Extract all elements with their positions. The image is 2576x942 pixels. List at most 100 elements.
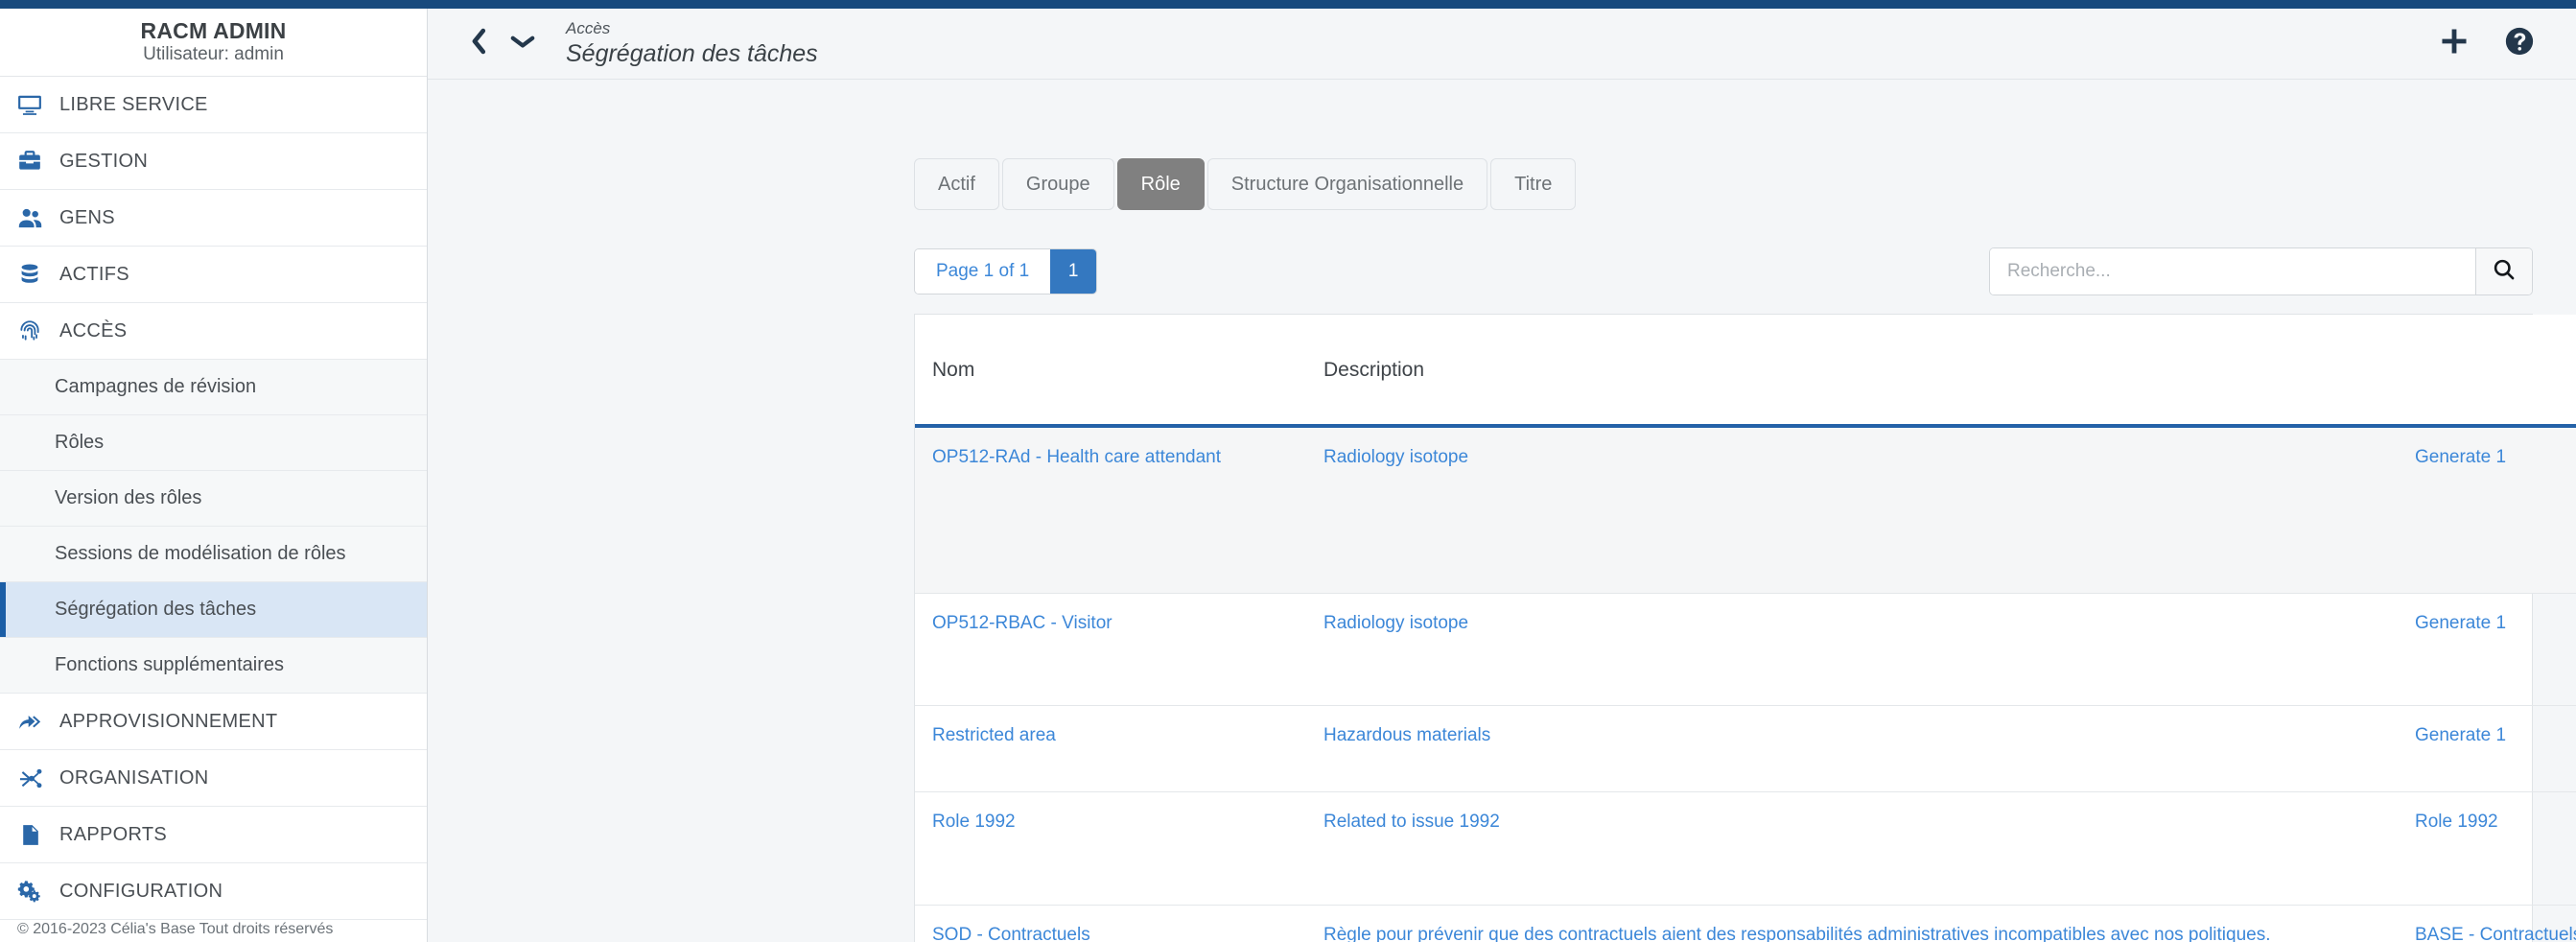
- column-header-blank: [2398, 315, 2576, 428]
- table-header-row: Nom Description Rôles mutuellement exclu…: [915, 315, 2576, 428]
- page-number-1[interactable]: 1: [1050, 249, 1097, 294]
- search-button[interactable]: [2475, 248, 2532, 294]
- table-body: OP512-RAd - Health care attendant Radiol…: [915, 426, 2576, 942]
- table-row[interactable]: OP512-RAd - Health care attendant Radiol…: [915, 426, 2576, 594]
- row-nom-link[interactable]: SOD - Contractuels: [932, 925, 1090, 942]
- sidebar-item-approvisionnement[interactable]: APPROVISIONNEMENT: [0, 694, 427, 750]
- cell-description: Hazardous materials: [1306, 705, 2398, 793]
- sidebar-item-actifs[interactable]: ACTIFS: [0, 247, 427, 303]
- row-nom-link[interactable]: Role 1992: [932, 812, 1016, 832]
- breadcrumb: Accès Ségrégation des tâches: [566, 19, 818, 68]
- plus-icon: [2439, 26, 2470, 61]
- table-row[interactable]: Role 1992 Related to issue 1992 Role 199…: [915, 791, 2576, 907]
- monitor-icon: [0, 92, 59, 117]
- sod-table: Nom Description Rôles mutuellement exclu…: [915, 315, 2576, 942]
- sidebar-item-label: ORGANISATION: [59, 766, 209, 789]
- sidebar-subitem-segregation-des-taches[interactable]: Ségrégation des tâches: [0, 582, 427, 638]
- toolbox-icon: [0, 149, 59, 174]
- add-button[interactable]: [2426, 16, 2482, 72]
- main-content: Accès Ségrégation des tâches Actif Group…: [428, 9, 2576, 942]
- sidebar-subitem-label: Campagnes de révision: [55, 376, 257, 397]
- row-description-link[interactable]: Radiology isotope: [1323, 447, 1468, 467]
- filter-titre[interactable]: Titre: [1490, 158, 1577, 210]
- page-indicator[interactable]: Page 1 of 1: [915, 249, 1051, 294]
- cell-nom: OP512-RAd - Health care attendant: [915, 426, 1306, 594]
- sidebar-item-label: ACCÈS: [59, 319, 128, 341]
- cell-nom: Role 1992: [915, 791, 1306, 907]
- sidebar-footer: © 2016-2023 Célia's Base Tout droits rés…: [17, 921, 334, 937]
- sidebar-item-libre-service[interactable]: LIBRE SERVICE: [0, 77, 427, 133]
- filter-actif[interactable]: Actif: [914, 158, 999, 210]
- question-circle-icon: [2504, 26, 2535, 61]
- gears-icon: [0, 879, 59, 905]
- filter-label: Rôle: [1140, 173, 1181, 195]
- sidebar-subitem-label: Rôles: [55, 432, 105, 453]
- filter-role[interactable]: Rôle: [1116, 158, 1205, 210]
- row-role-a-link[interactable]: Role 1992: [2415, 812, 2498, 832]
- table-row[interactable]: Restricted area Hazardous materials Gene…: [915, 705, 2576, 793]
- sidebar-subitem-fonctions-supplementaires[interactable]: Fonctions supplémentaires: [0, 638, 427, 694]
- sidebar-item-label: GENS: [59, 206, 115, 228]
- chevron-left-icon: [468, 27, 489, 60]
- row-nom-link[interactable]: OP512-RAd - Health care attendant: [932, 447, 1221, 467]
- back-button[interactable]: [457, 22, 501, 66]
- filter-label: Titre: [1514, 173, 1553, 195]
- table-row[interactable]: SOD - Contractuels Règle pour prévenir q…: [915, 905, 2576, 942]
- cell-role-a: BASE - Contractuels: [2398, 905, 2576, 942]
- help-button[interactable]: [2492, 16, 2547, 72]
- share-arrow-icon: [0, 709, 59, 735]
- cell-role-a: Generate 1: [2398, 426, 2576, 594]
- entity-type-filter-group: Actif Groupe Rôle Structure Organisation…: [914, 158, 2576, 210]
- cell-description: Règle pour prévenir que des contractuels…: [1306, 905, 2398, 942]
- history-dropdown-button[interactable]: [501, 22, 545, 66]
- filter-groupe[interactable]: Groupe: [1001, 158, 1114, 210]
- list-panel: Actif Groupe Rôle Structure Organisation…: [914, 121, 2576, 942]
- table-row[interactable]: OP512-RBAC - Visitor Radiology isotope G…: [915, 593, 2576, 707]
- sidebar-subitem-roles[interactable]: Rôles: [0, 415, 427, 471]
- row-role-a-link[interactable]: Generate 1: [2415, 725, 2506, 745]
- row-description-link[interactable]: Hazardous materials: [1323, 725, 1490, 745]
- sidebar-item-label: LIBRE SERVICE: [59, 93, 208, 115]
- row-description-link[interactable]: Règle pour prévenir que des contractuels…: [1323, 925, 2271, 942]
- sidebar-item-label: CONFIGURATION: [59, 880, 223, 902]
- search-icon: [2492, 257, 2517, 287]
- column-header-nom[interactable]: Nom: [915, 315, 1306, 428]
- cell-description: Related to issue 1992: [1306, 791, 2398, 907]
- row-role-a-link[interactable]: BASE - Contractuels: [2415, 925, 2576, 942]
- page-header: Accès Ségrégation des tâches: [428, 9, 2576, 80]
- breadcrumb-parent: Accès: [566, 19, 611, 38]
- network-icon: [0, 765, 59, 791]
- filter-structure-organisationnelle[interactable]: Structure Organisationnelle: [1206, 158, 1488, 210]
- row-description-link[interactable]: Radiology isotope: [1323, 613, 1468, 633]
- row-description-link[interactable]: Related to issue 1992: [1323, 812, 1500, 832]
- cell-nom: SOD - Contractuels: [915, 905, 1306, 942]
- sidebar: RACM ADMIN Utilisateur: admin LIBRE SERV…: [0, 9, 428, 942]
- sidebar-item-rapports[interactable]: RAPPORTS: [0, 807, 427, 863]
- sidebar-item-acces[interactable]: ACCÈS: [0, 303, 427, 360]
- brand-title: RACM ADMIN: [140, 17, 287, 43]
- cell-role-a: Generate 1: [2398, 705, 2576, 793]
- pagination-top: Page 1 of 1 1: [914, 248, 1098, 294]
- sidebar-subitem-label: Ségrégation des tâches: [55, 599, 257, 620]
- app-shell: RACM ADMIN Utilisateur: admin LIBRE SERV…: [0, 9, 2576, 942]
- sidebar-item-gestion[interactable]: GESTION: [0, 133, 427, 190]
- sidebar-subitem-version-des-roles[interactable]: Version des rôles: [0, 471, 427, 527]
- sidebar-subitem-sessions-de-modelisation[interactable]: Sessions de modélisation de rôles: [0, 527, 427, 582]
- row-role-a-link[interactable]: Generate 1: [2415, 613, 2506, 633]
- brand-subtitle: Utilisateur: admin: [143, 44, 284, 65]
- filter-label: Groupe: [1025, 173, 1090, 195]
- column-header-description[interactable]: Description: [1306, 315, 2398, 428]
- search-box: [1989, 247, 2533, 295]
- search-input[interactable]: [1990, 248, 2475, 294]
- cell-description: Radiology isotope: [1306, 593, 2398, 707]
- sidebar-subitem-label: Fonctions supplémentaires: [55, 654, 285, 675]
- row-nom-link[interactable]: OP512-RBAC - Visitor: [932, 613, 1112, 633]
- row-nom-link[interactable]: Restricted area: [932, 725, 1056, 745]
- sidebar-subitem-campagnes-de-revision[interactable]: Campagnes de révision: [0, 360, 427, 415]
- sidebar-item-gens[interactable]: GENS: [0, 190, 427, 247]
- database-icon: [0, 263, 59, 286]
- chevron-down-icon: [509, 31, 536, 57]
- sidebar-item-organisation[interactable]: ORGANISATION: [0, 750, 427, 807]
- sod-table-container: Nom Description Rôles mutuellement exclu…: [914, 314, 2576, 942]
- row-role-a-link[interactable]: Generate 1: [2415, 447, 2506, 467]
